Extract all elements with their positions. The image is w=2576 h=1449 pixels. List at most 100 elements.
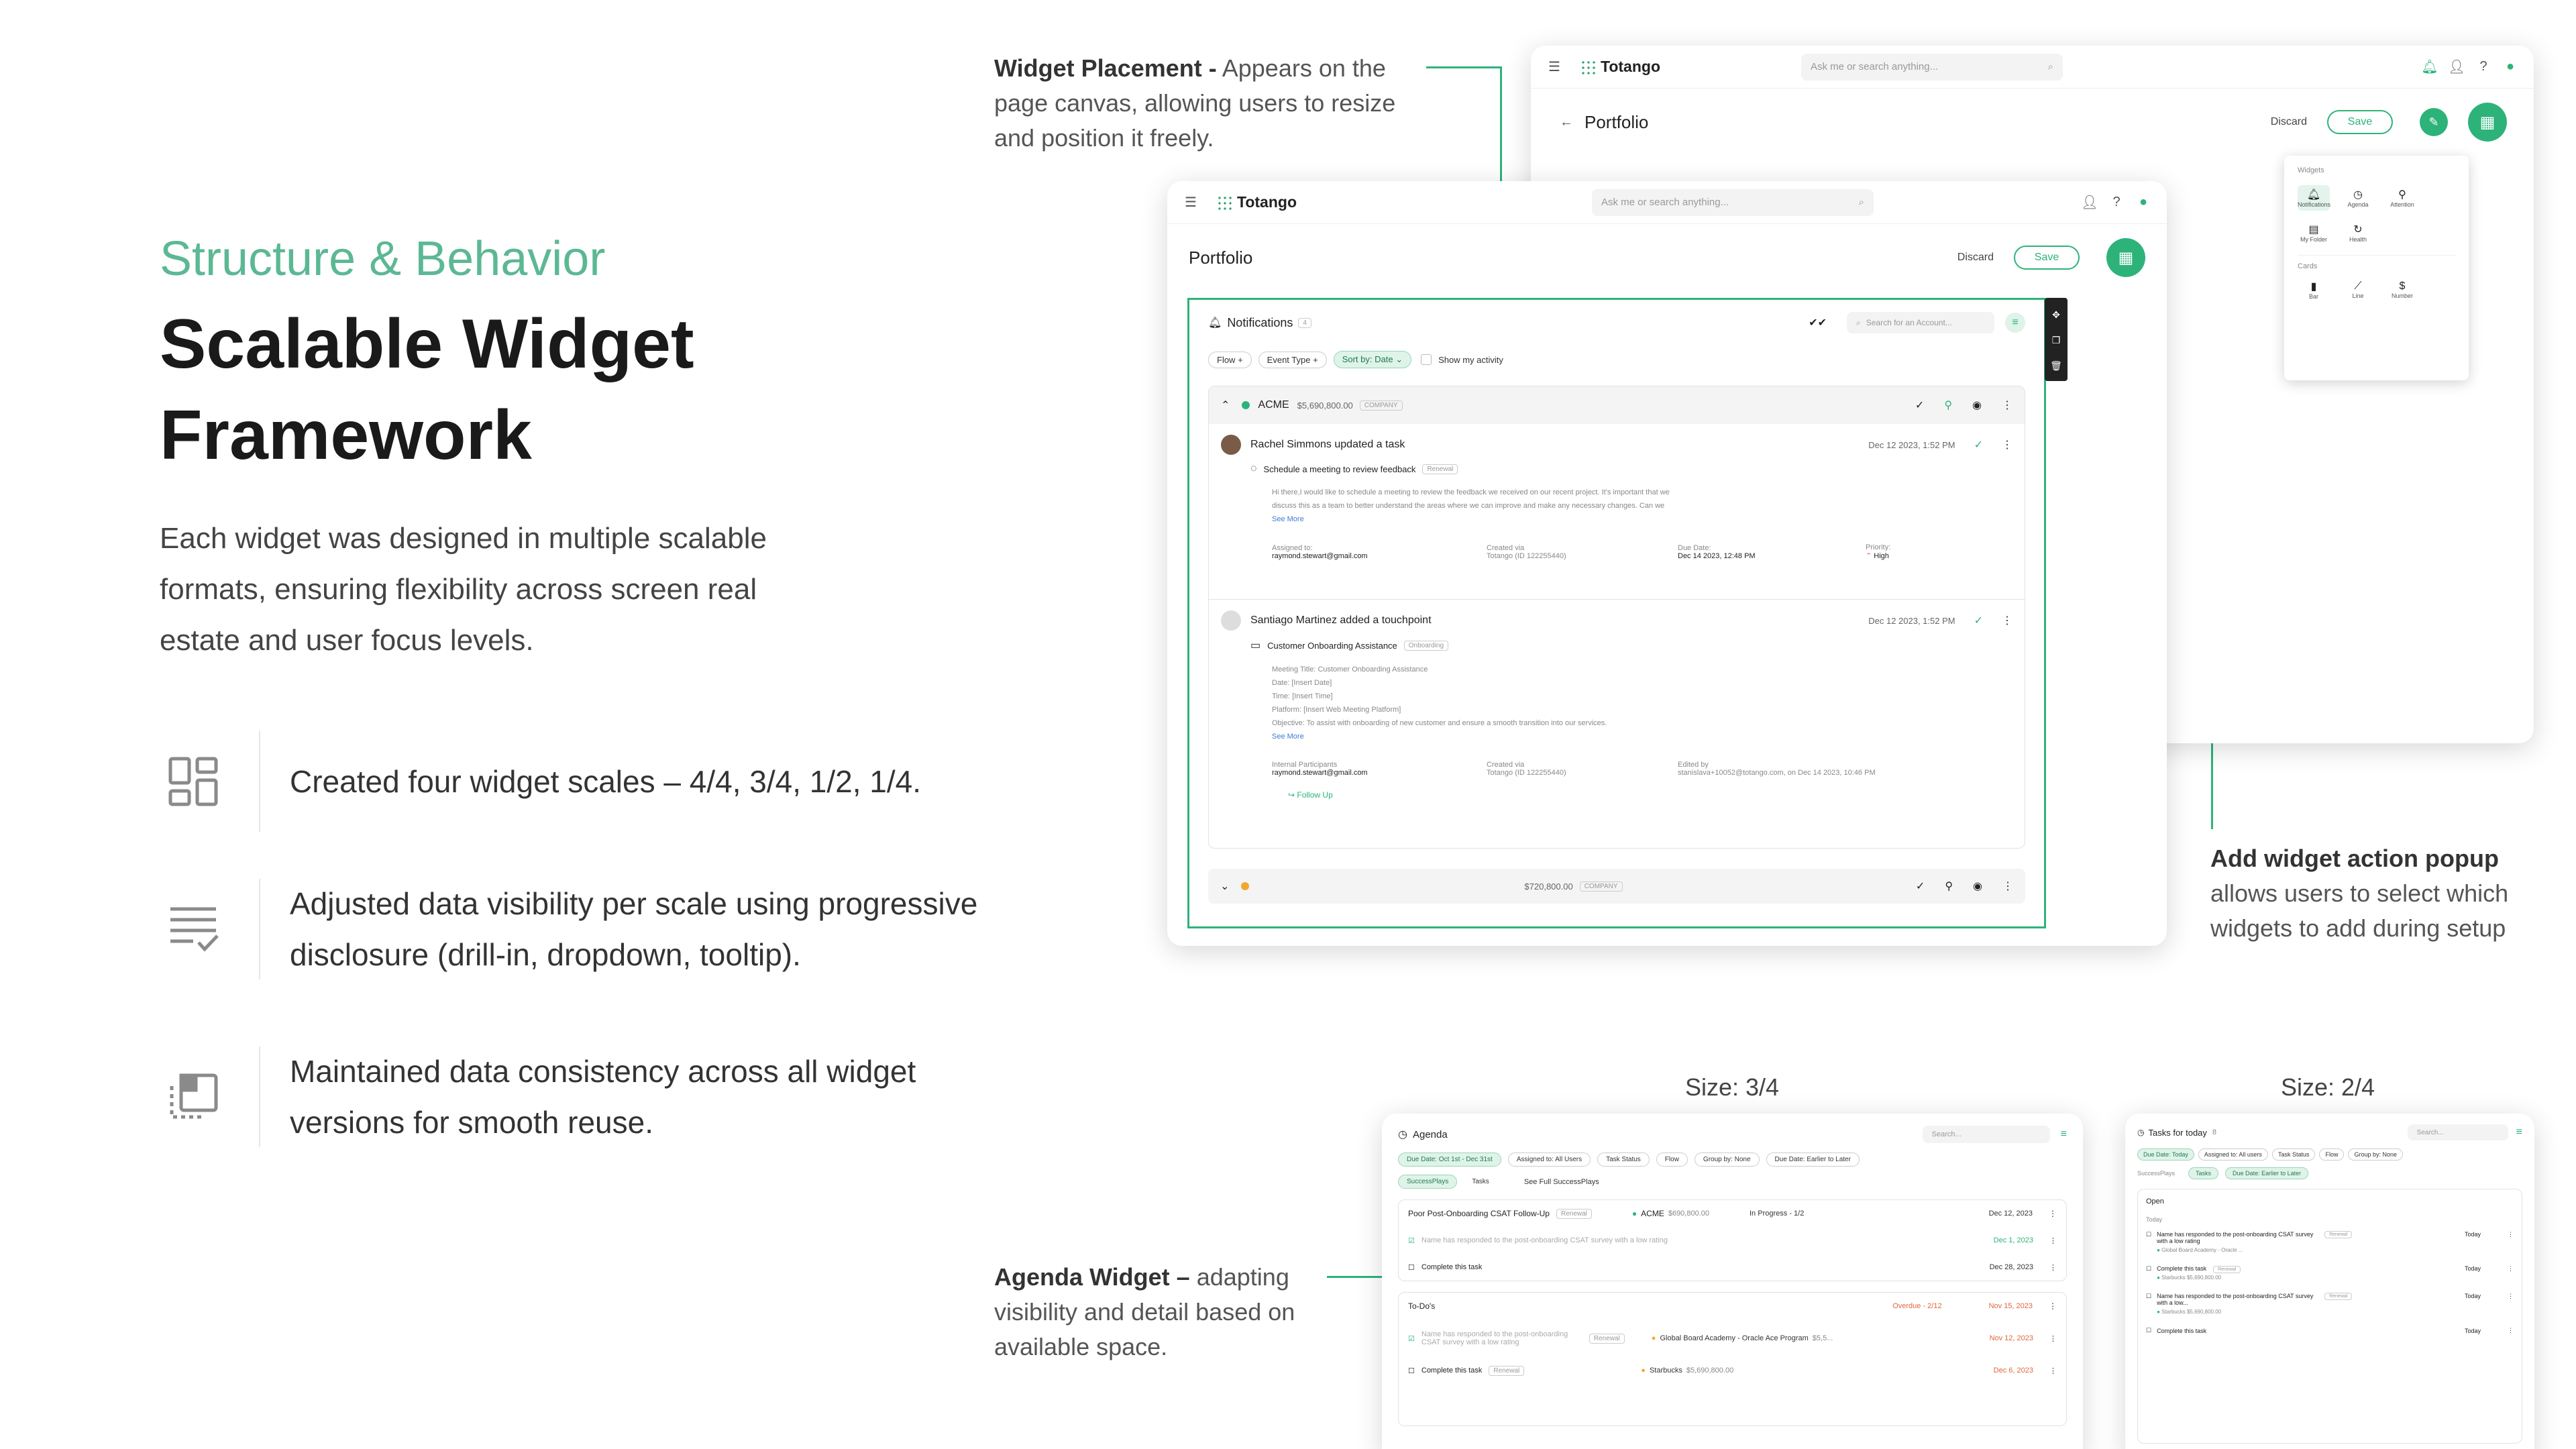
- add-user-icon[interactable]: 👤︎: [2081, 194, 2098, 211]
- sort-dropdown[interactable]: Due Date: Earlier to Later: [1766, 1152, 1860, 1167]
- menu-icon[interactable]: ☰: [1182, 194, 1199, 211]
- see-more-link[interactable]: See More: [1272, 730, 2012, 743]
- add-user-icon[interactable]: 👤︎: [2448, 58, 2465, 76]
- copy-icon[interactable]: ❐: [2045, 327, 2068, 353]
- sort-dropdown[interactable]: Sort by: Date ⌄: [1333, 351, 1412, 368]
- global-search-input[interactable]: Ask me or search anything... ⌕: [1801, 53, 2063, 80]
- mark-all-read-icon[interactable]: ✔✔: [1809, 316, 1827, 329]
- widget-option-my-folder[interactable]: ▤ My Folder: [2298, 220, 2330, 246]
- account-search-input[interactable]: ⌕ Search for an Account...: [1847, 312, 1994, 333]
- checkbox-checked[interactable]: ☑: [1408, 1334, 1415, 1343]
- filter-icon[interactable]: ≡: [2005, 313, 2025, 333]
- task-row[interactable]: ☐ Complete this task Renewal ● Starbucks $5…: [2146, 1265, 2514, 1281]
- show-my-activity-checkbox[interactable]: [1421, 354, 1432, 365]
- checkbox[interactable]: ☐: [2146, 1293, 2151, 1300]
- more-icon[interactable]: ⋮: [2508, 1293, 2514, 1300]
- add-widget-button[interactable]: ▦: [2106, 238, 2145, 277]
- group-header[interactable]: ⌄ $720,800.00 COMPANY ✓ ⚲ ◉ ⋮: [1208, 869, 2025, 904]
- see-full-toggle[interactable]: See Full SuccessPlays: [1524, 1178, 1599, 1186]
- flow-filter[interactable]: Flow +: [1208, 351, 1252, 368]
- bell-icon[interactable]: 🔔︎: [2421, 58, 2438, 76]
- task-row[interactable]: ☐ Name has responded to the post-onboardi…: [2146, 1231, 2514, 1253]
- task-status-filter[interactable]: Task Status: [2271, 1148, 2316, 1161]
- more-icon[interactable]: ⋮: [2002, 879, 2013, 893]
- back-arrow-icon[interactable]: ←: [1558, 113, 1575, 131]
- assigned-filter[interactable]: Assigned to: All Users: [1507, 1152, 1591, 1167]
- flow-filter[interactable]: Flow: [1656, 1152, 1688, 1167]
- more-icon[interactable]: ⋮: [2049, 1209, 2057, 1218]
- widget-option-agenda[interactable]: ◷ Agenda: [2342, 185, 2374, 211]
- task-row[interactable]: ☐ Complete this task Today ⋮: [2146, 1327, 2514, 1334]
- more-icon[interactable]: ⋮: [2508, 1265, 2514, 1273]
- check-icon[interactable]: ✓: [1915, 398, 1924, 412]
- more-icon[interactable]: ⋮: [2049, 1236, 2057, 1245]
- tasks-search-input[interactable]: Search...: [2407, 1124, 2508, 1140]
- group-header[interactable]: To-Do's Overdue - 2/12 Nov 15, 2023 ⋮: [1408, 1293, 2057, 1320]
- save-button[interactable]: Save: [2327, 110, 2393, 134]
- filter-icon[interactable]: ≡: [2061, 1128, 2067, 1140]
- task-status-filter[interactable]: Task Status: [1597, 1152, 1650, 1167]
- card-option-line[interactable]: ⟋ Line: [2342, 280, 2374, 299]
- edit-button[interactable]: ✎: [2420, 108, 2448, 136]
- checkbox[interactable]: ☐: [2146, 1231, 2151, 1238]
- check-icon[interactable]: ✓: [1916, 879, 1925, 893]
- group-header[interactable]: ⌃ ACME $5,690,800.00 COMPANY ✓ ⚲ ◉ ⋮: [1209, 386, 2025, 424]
- discard-button[interactable]: Discard: [1957, 252, 1994, 264]
- tab-tasks[interactable]: Tasks: [2188, 1167, 2219, 1179]
- save-button[interactable]: Save: [2014, 246, 2080, 270]
- trash-icon[interactable]: 🗑︎: [2045, 353, 2068, 378]
- widget-option-notifications[interactable]: 🔔︎ Notifications: [2298, 185, 2330, 211]
- add-widget-button[interactable]: ▦: [2468, 103, 2507, 142]
- task-row[interactable]: ☑ Name has responded to the post-onboardi…: [1408, 1227, 2057, 1254]
- notifications-widget[interactable]: 🔔︎ Notifications 4 ✔✔ ⌕ Search for an Acc…: [1187, 298, 2046, 928]
- discard-button[interactable]: Discard: [2271, 116, 2307, 128]
- task-row[interactable]: ☑ Name has responded to the post-onboardi…: [1408, 1320, 2057, 1357]
- event-type-filter[interactable]: Event Type +: [1258, 351, 1327, 368]
- checkbox[interactable]: ☐: [1408, 1366, 1415, 1375]
- chevron-up-icon[interactable]: ⌃: [1221, 398, 1230, 412]
- more-icon[interactable]: ⋮: [2049, 1334, 2057, 1343]
- chevron-down-icon[interactable]: ⌄: [1220, 879, 1229, 893]
- check-icon[interactable]: ✓: [1974, 614, 1983, 627]
- tab-successplays[interactable]: SuccessPlays: [2137, 1170, 2175, 1177]
- widget-option-health[interactable]: ↻ Health: [2342, 220, 2374, 246]
- notification-item[interactable]: Rachel Simmons updated a task Dec 12 2023…: [1209, 424, 2025, 600]
- card-option-number[interactable]: $ Number: [2386, 280, 2418, 299]
- filter-icon[interactable]: ≡: [2516, 1126, 2522, 1138]
- global-search-input[interactable]: Ask me or search anything... ⌕: [1592, 189, 1874, 216]
- help-icon[interactable]: ?: [2108, 194, 2125, 211]
- pin-icon[interactable]: ⚲: [1944, 398, 1952, 412]
- widget-option-attention[interactable]: ⚲ Attention: [2386, 185, 2418, 211]
- app-logo[interactable]: Totango: [1580, 58, 1660, 76]
- checkbox[interactable]: ☐: [2146, 1327, 2151, 1334]
- menu-icon[interactable]: ☰: [1546, 58, 1563, 76]
- checkbox-checked[interactable]: ☑: [1408, 1236, 1415, 1245]
- group-header[interactable]: Poor Post-Onboarding CSAT Follow-Up Renew…: [1408, 1200, 2057, 1227]
- tab-tasks[interactable]: Tasks: [1464, 1175, 1497, 1188]
- pin-icon[interactable]: ⚲: [1945, 879, 1953, 893]
- avatar[interactable]: ●: [2502, 58, 2519, 76]
- task-row[interactable]: ☐ Name has responded to the post-onboardi…: [2146, 1293, 2514, 1315]
- more-icon[interactable]: ⋮: [2508, 1327, 2514, 1334]
- tab-successplays[interactable]: SuccessPlays: [1398, 1175, 1458, 1189]
- more-icon[interactable]: ⋮: [2049, 1263, 2057, 1272]
- task-row[interactable]: ☐ Complete this task Dec 28, 2023 ⋮: [1408, 1254, 2057, 1281]
- group-by-filter[interactable]: Group by: None: [2348, 1148, 2404, 1161]
- flow-filter[interactable]: Flow: [2319, 1148, 2345, 1161]
- assigned-filter[interactable]: Assigned to: All users: [2198, 1148, 2268, 1161]
- checkbox[interactable]: ☐: [1408, 1263, 1415, 1272]
- more-icon[interactable]: ⋮: [2002, 614, 2012, 627]
- notification-item[interactable]: Santiago Martinez added a touchpoint Dec …: [1209, 600, 2025, 810]
- more-icon[interactable]: ⋮: [2049, 1366, 2057, 1375]
- due-date-filter[interactable]: Due Date: Oct 1st - Dec 31st: [1398, 1152, 1501, 1167]
- agenda-search-input[interactable]: Search...: [1922, 1126, 2050, 1143]
- sort-dropdown[interactable]: Due Date: Earlier to Later: [2225, 1167, 2309, 1179]
- more-icon[interactable]: ⋮: [2508, 1231, 2514, 1238]
- avatar[interactable]: ●: [2135, 194, 2152, 211]
- group-by-filter[interactable]: Group by: None: [1694, 1152, 1760, 1167]
- app-logo[interactable]: Totango: [1217, 193, 1297, 211]
- eye-icon[interactable]: ◉: [1972, 398, 1982, 412]
- due-date-filter[interactable]: Due Date: Today: [2137, 1148, 2194, 1161]
- help-icon[interactable]: ?: [2475, 58, 2492, 76]
- checkbox[interactable]: ☐: [2146, 1265, 2151, 1273]
